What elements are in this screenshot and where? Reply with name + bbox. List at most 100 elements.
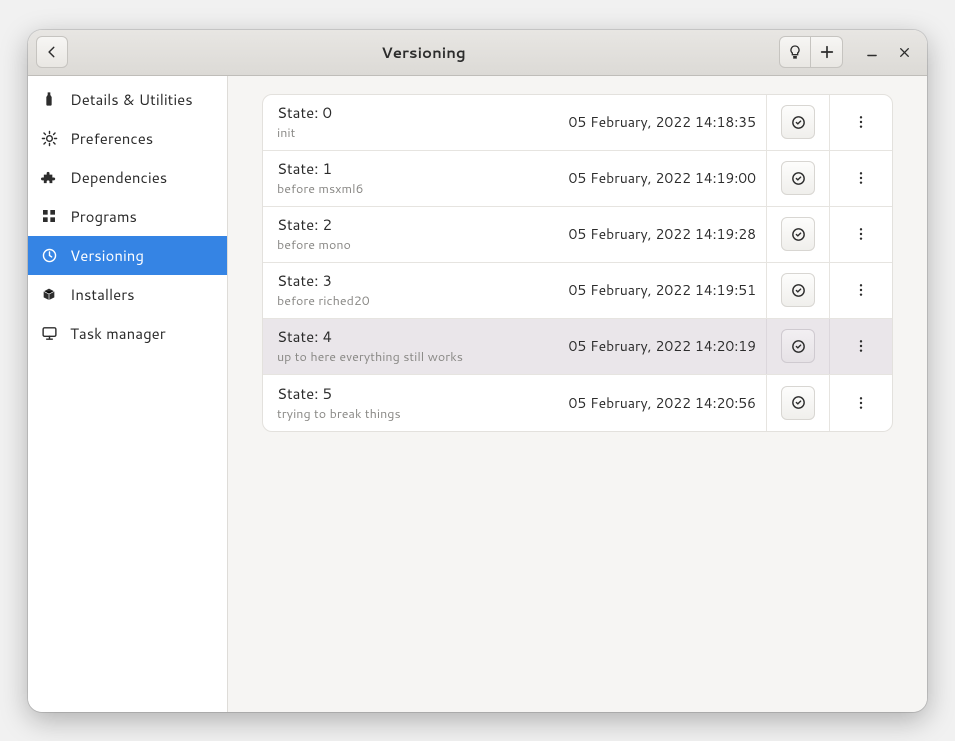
header-actions (779, 36, 843, 68)
menu-cell (829, 375, 892, 431)
state-timestamp: 05 February, 2022 14:19:00 (568, 168, 766, 188)
state-subtitle: up to here everything still works (277, 348, 568, 366)
clock-check-icon (790, 170, 807, 187)
clock-check-icon (790, 226, 807, 243)
state-row[interactable]: State: 3 before riched20 05 February, 20… (263, 263, 892, 319)
state-subtitle: before mono (277, 236, 568, 254)
row-menu-button[interactable] (844, 217, 878, 251)
add-state-button[interactable] (811, 36, 843, 68)
state-title: State: 2 (277, 214, 568, 235)
sidebar: Details & Utilities Preferences Dependen… (28, 76, 228, 712)
restore-cell (766, 151, 829, 206)
package-icon (40, 285, 58, 303)
sidebar-item-versioning[interactable]: Versioning (28, 236, 227, 275)
titlebar: Versioning (28, 30, 927, 76)
minimize-button[interactable] (863, 43, 881, 61)
state-title: State: 4 (277, 326, 568, 347)
sidebar-item-details[interactable]: Details & Utilities (28, 80, 227, 119)
clock-check-icon (790, 282, 807, 299)
bottle-icon (40, 90, 58, 108)
row-menu-button[interactable] (844, 386, 878, 420)
clock-check-icon (790, 338, 807, 355)
sidebar-item-installers[interactable]: Installers (28, 275, 227, 314)
kebab-icon (853, 338, 869, 354)
state-info: State: 0 init (277, 102, 568, 142)
state-row[interactable]: State: 2 before mono 05 February, 2022 1… (263, 207, 892, 263)
restore-button[interactable] (781, 161, 815, 195)
sidebar-item-prefs[interactable]: Preferences (28, 119, 227, 158)
state-timestamp: 05 February, 2022 14:20:56 (568, 393, 766, 413)
window-controls (863, 43, 913, 61)
hint-button[interactable] (779, 36, 811, 68)
sidebar-item-label: Installers (70, 284, 135, 305)
sidebar-item-label: Versioning (70, 245, 144, 266)
sidebar-item-label: Dependencies (70, 167, 167, 188)
state-info: State: 5 trying to break things (277, 383, 568, 423)
restore-button[interactable] (781, 273, 815, 307)
state-subtitle: trying to break things (277, 405, 568, 423)
kebab-icon (853, 226, 869, 242)
plus-icon (819, 44, 835, 60)
restore-button[interactable] (781, 386, 815, 420)
page-title: Versioning (74, 42, 773, 63)
clock-check-icon (790, 114, 807, 131)
state-timestamp: 05 February, 2022 14:19:51 (568, 280, 766, 300)
body: Details & Utilities Preferences Dependen… (28, 76, 927, 712)
restore-cell (766, 375, 829, 431)
minimize-icon (865, 45, 879, 59)
state-info: State: 2 before mono (277, 214, 568, 254)
chevron-left-icon (45, 45, 59, 59)
state-subtitle: before msxml6 (277, 180, 568, 198)
row-menu-button[interactable] (844, 161, 878, 195)
state-info: State: 1 before msxml6 (277, 158, 568, 198)
row-menu-button[interactable] (844, 273, 878, 307)
sidebar-item-deps[interactable]: Dependencies (28, 158, 227, 197)
clock-icon (40, 246, 58, 264)
state-row[interactable]: State: 4 up to here everything still wor… (263, 319, 892, 375)
state-timestamp: 05 February, 2022 14:18:35 (568, 112, 766, 132)
state-timestamp: 05 February, 2022 14:19:28 (568, 224, 766, 244)
monitor-icon (40, 324, 58, 342)
restore-button[interactable] (781, 105, 815, 139)
sidebar-item-taskmgr[interactable]: Task manager (28, 314, 227, 353)
sidebar-item-label: Programs (70, 206, 137, 227)
state-info: State: 3 before riched20 (277, 270, 568, 310)
sidebar-item-programs[interactable]: Programs (28, 197, 227, 236)
row-menu-button[interactable] (844, 329, 878, 363)
state-row[interactable]: State: 0 init 05 February, 2022 14:18:35 (263, 95, 892, 151)
close-icon (898, 46, 911, 59)
sidebar-item-label: Preferences (70, 128, 153, 149)
clock-check-icon (790, 394, 807, 411)
kebab-icon (853, 282, 869, 298)
grid-icon (40, 207, 58, 225)
gear-icon (40, 129, 58, 147)
state-title: State: 5 (277, 383, 568, 404)
state-title: State: 3 (277, 270, 568, 291)
state-row[interactable]: State: 1 before msxml6 05 February, 2022… (263, 151, 892, 207)
state-title: State: 0 (277, 102, 568, 123)
kebab-icon (853, 114, 869, 130)
lightbulb-icon (787, 44, 803, 60)
state-row[interactable]: State: 5 trying to break things 05 Febru… (263, 375, 892, 431)
content: State: 0 init 05 February, 2022 14:18:35… (228, 76, 927, 712)
menu-cell (829, 151, 892, 206)
menu-cell (829, 207, 892, 262)
kebab-icon (853, 395, 869, 411)
state-title: State: 1 (277, 158, 568, 179)
state-subtitle: init (277, 124, 568, 142)
kebab-icon (853, 170, 869, 186)
close-button[interactable] (895, 43, 913, 61)
sidebar-item-label: Task manager (70, 323, 166, 344)
menu-cell (829, 263, 892, 318)
app-window: Versioning Details & Utilit (28, 30, 927, 712)
restore-button[interactable] (781, 329, 815, 363)
restore-cell (766, 263, 829, 318)
state-subtitle: before riched20 (277, 292, 568, 310)
restore-button[interactable] (781, 217, 815, 251)
puzzle-icon (40, 168, 58, 186)
sidebar-item-label: Details & Utilities (70, 89, 193, 110)
menu-cell (829, 95, 892, 150)
state-timestamp: 05 February, 2022 14:20:19 (568, 336, 766, 356)
back-button[interactable] (36, 36, 68, 68)
row-menu-button[interactable] (844, 105, 878, 139)
